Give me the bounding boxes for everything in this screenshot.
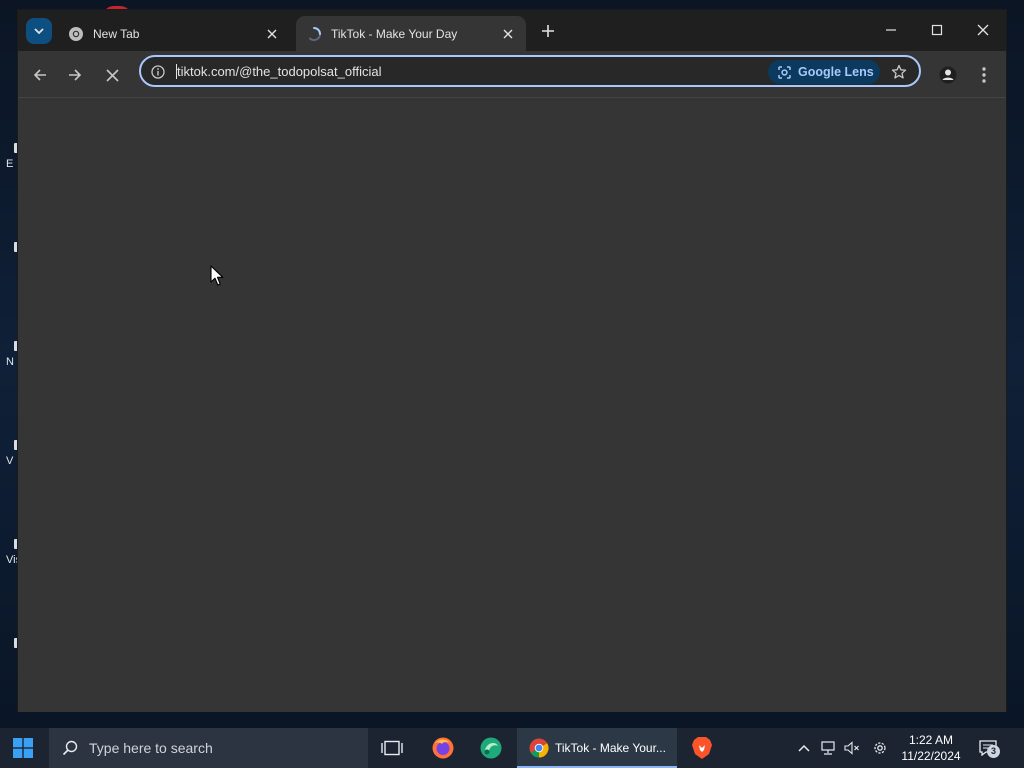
task-view-icon [381,740,403,756]
profile-button[interactable] [934,61,962,89]
url-text: tiktok.com/@the_todopolsat_official [177,64,382,79]
settings-tray-button[interactable] [870,728,890,768]
start-button[interactable] [0,728,46,768]
close-icon[interactable] [498,24,518,44]
site-info-icon[interactable] [149,63,167,81]
arrow-left-icon [33,69,46,81]
chevron-down-icon [34,28,44,35]
volume-status[interactable] [842,728,862,768]
network-icon [821,741,835,755]
address-text-container[interactable]: tiktok.com/@the_todopolsat_official [176,64,381,79]
google-lens-label: Google Lens [798,65,874,79]
maximize-icon [931,24,943,36]
volume-muted-icon [844,741,859,755]
desktop-icon-label: E [6,158,14,170]
stop-loading-button[interactable] [98,61,126,89]
bookmark-star-icon[interactable] [889,62,909,82]
desktop-icon-label: V [6,455,14,467]
task-view-button[interactable] [369,728,415,768]
show-hidden-icons-button[interactable] [794,728,814,768]
close-icon [977,24,989,36]
tab-title: TikTok - Make Your Day [331,26,458,41]
tab-title: New Tab [93,26,140,41]
taskbar-brave[interactable] [679,728,725,768]
forward-button[interactable] [61,61,89,89]
chrome-icon [529,738,549,758]
tab-tiktok[interactable]: TikTok - Make Your Day [296,16,526,51]
browser-menu-button[interactable] [972,61,996,89]
person-icon [939,66,957,84]
firefox-icon [432,737,454,759]
taskbar-app-green[interactable] [468,728,514,768]
browser-app-icon [480,737,502,759]
desktop-icon-label: N [6,356,14,368]
clock-date: 11/22/2024 [901,749,961,763]
address-bar[interactable]: tiktok.com/@the_todopolsat_official Goog… [139,55,921,87]
taskbar-search-box[interactable]: Type here to search [49,728,368,768]
tab-new-tab[interactable]: New Tab [58,16,290,51]
close-icon[interactable] [262,24,282,44]
minimize-button[interactable] [868,10,914,50]
gear-icon [874,742,886,754]
close-icon [105,68,119,82]
taskbar-chrome-window[interactable]: TikTok - Make Your... [517,728,677,768]
taskbar-window-title: TikTok - Make Your... [555,741,666,755]
more-vertical-icon [982,67,986,83]
chrome-icon [68,26,84,42]
search-placeholder: Type here to search [89,740,213,756]
network-status[interactable] [818,728,838,768]
tab-strip: New Tab TikTok - Make Your Day [18,10,1006,51]
browser-window: New Tab TikTok - Make Your Day tiktok.co… [18,10,1006,712]
tab-search-button[interactable] [26,18,52,44]
google-lens-button[interactable]: Google Lens [768,60,880,84]
maximize-button[interactable] [914,10,960,50]
clock-time: 1:22 AM [908,733,954,747]
new-tab-button[interactable] [536,19,560,43]
mouse-cursor-icon [210,265,224,286]
notification-count-badge: 3 [987,745,1000,758]
minimize-icon [886,29,896,31]
taskbar-clock[interactable]: 1:22 AM 11/22/2024 [896,732,966,764]
loading-spinner-icon [306,26,322,42]
browser-toolbar: tiktok.com/@the_todopolsat_official Goog… [18,51,1006,97]
camera-lens-icon [776,64,792,80]
search-icon [61,739,79,757]
close-window-button[interactable] [960,10,1006,50]
arrow-right-icon [69,69,82,81]
back-button[interactable] [26,61,54,89]
taskbar: Type here to search TikTok - Make Your..… [0,728,1024,768]
windows-logo-icon [13,738,33,758]
page-content-blank [18,97,1006,712]
brave-lion-icon [692,737,712,759]
chevron-up-icon [798,744,810,752]
plus-icon [542,25,554,37]
taskbar-firefox[interactable] [420,728,466,768]
